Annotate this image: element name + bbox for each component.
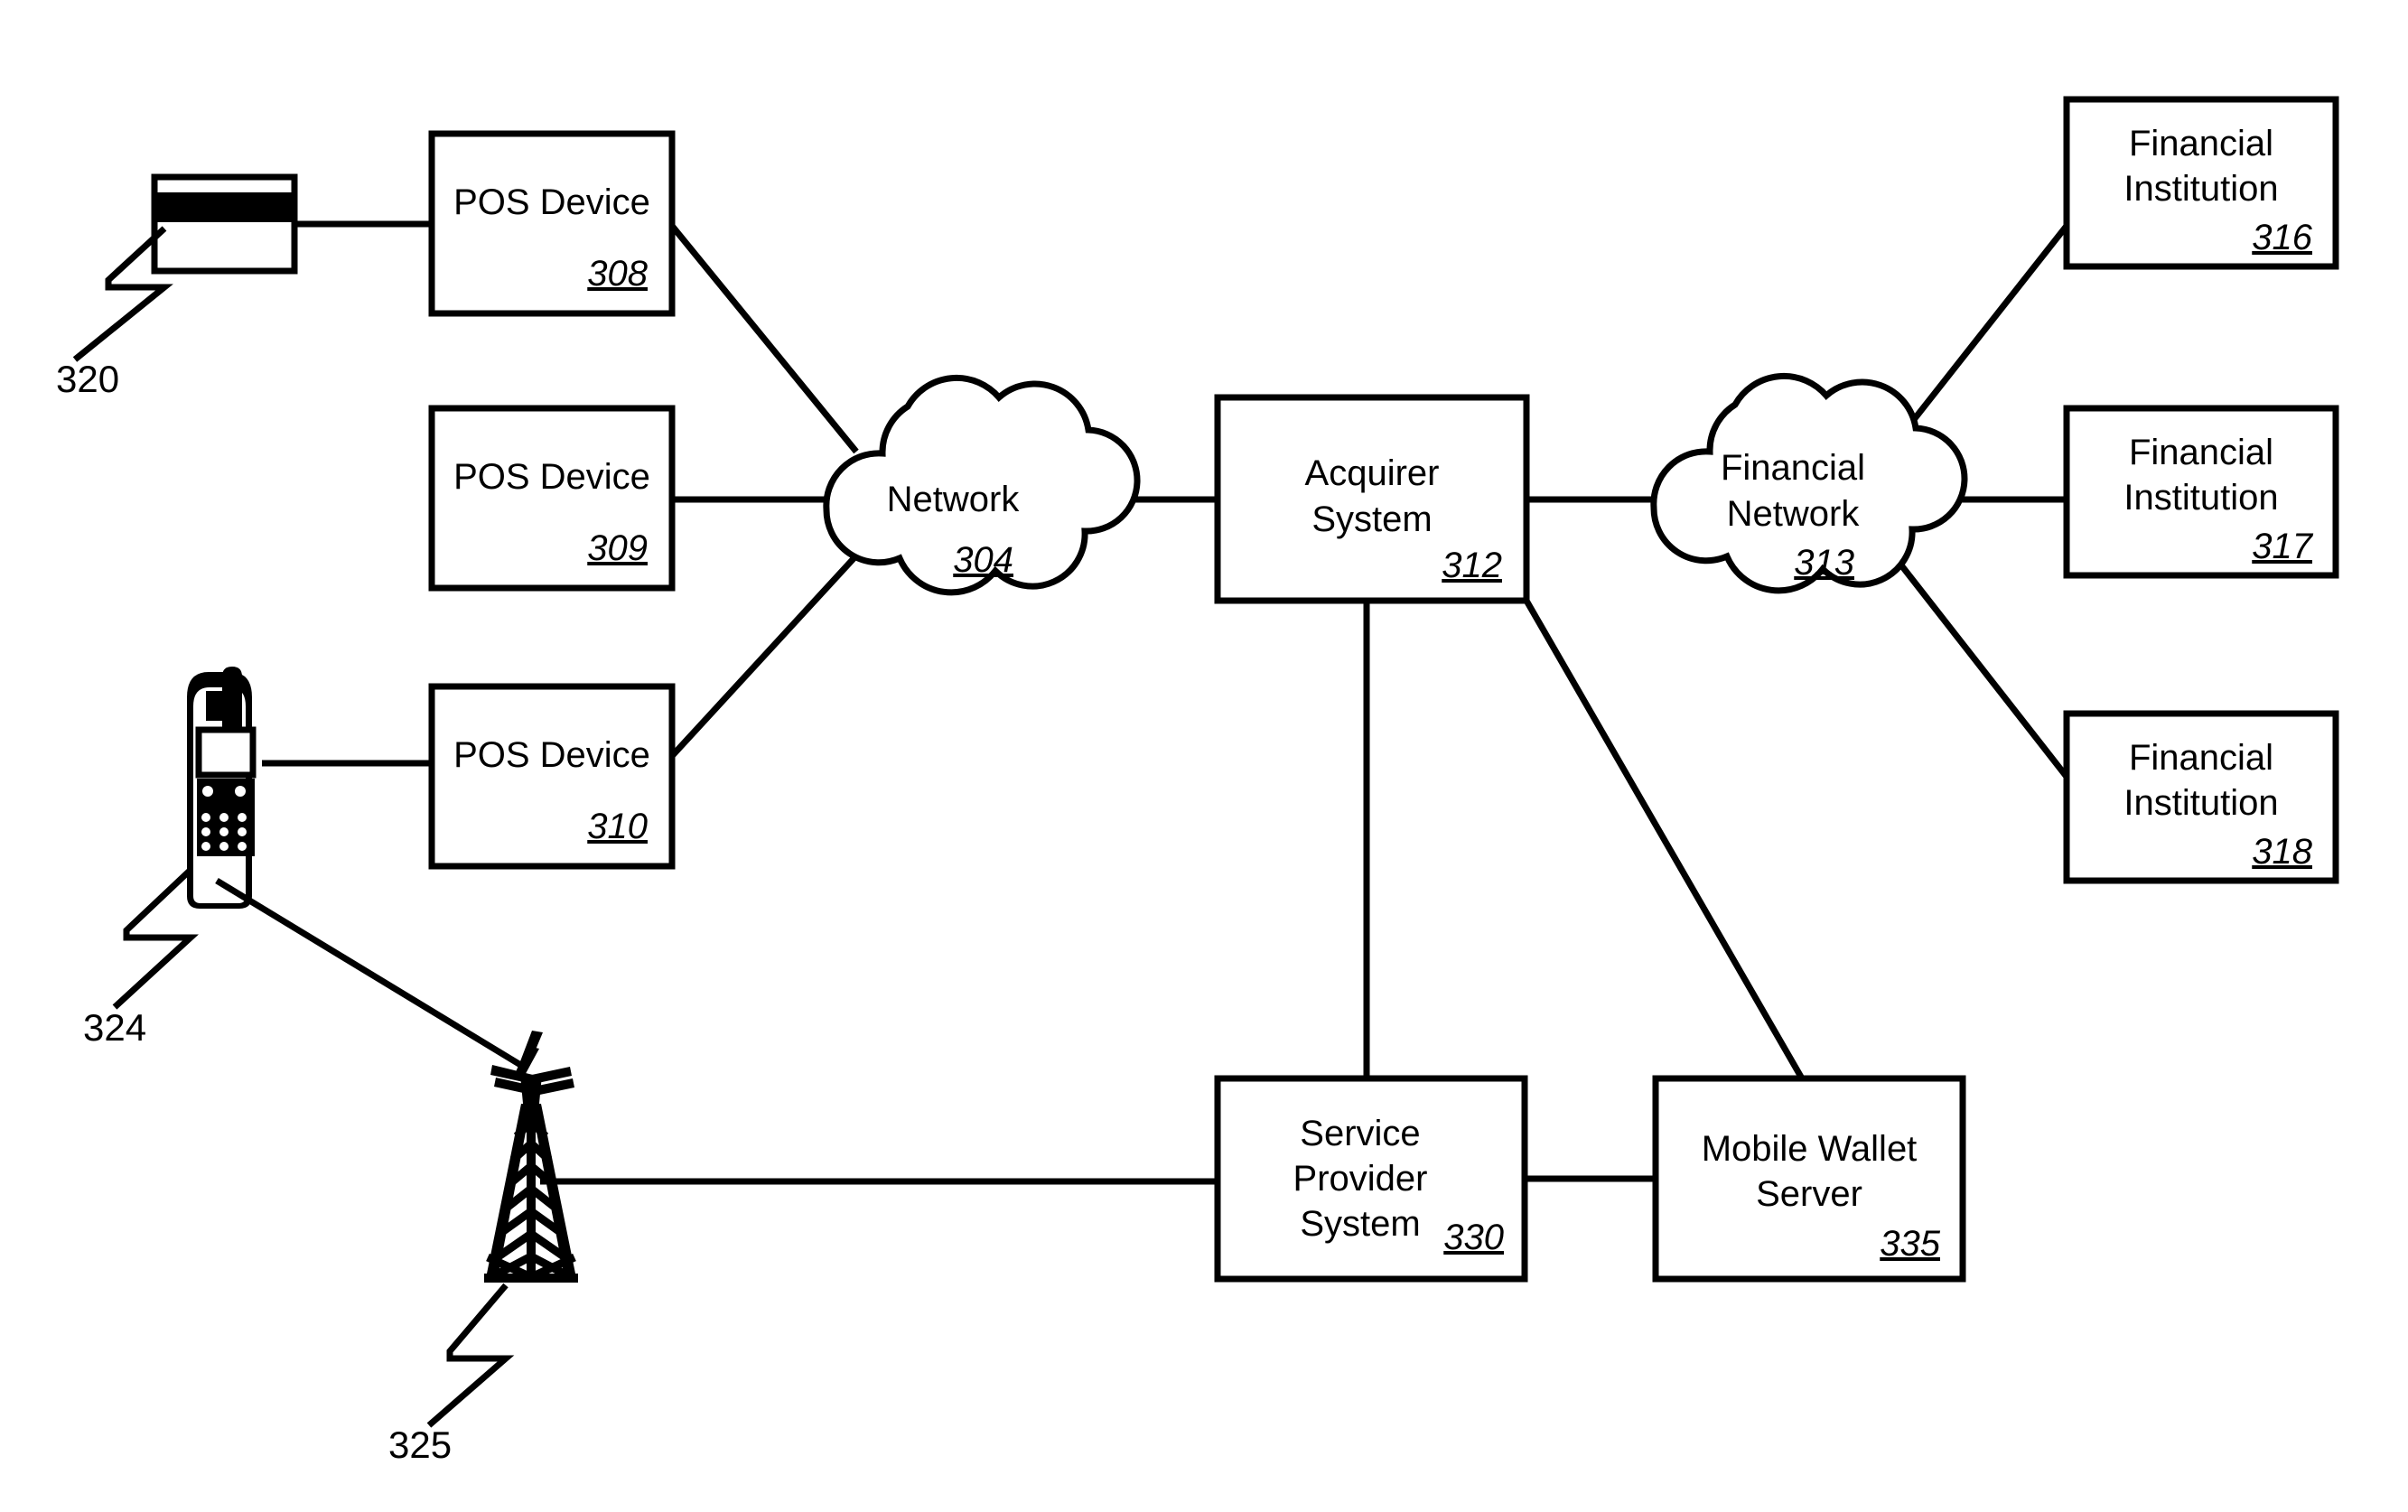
node-financial-network-313[interactable]: Financial Network 313 xyxy=(1650,373,1968,594)
financial-institution-317-ref: 317 xyxy=(2252,527,2313,566)
payment-card-icon xyxy=(151,173,298,275)
mobile-phone-speaker xyxy=(206,691,240,721)
financial-institution-316-ref: 316 xyxy=(2252,218,2312,257)
cell-tower-base xyxy=(484,1274,578,1283)
pos-device-308-label: POS Device xyxy=(453,182,650,222)
financial-institution-316-label-line2: Institution xyxy=(2123,169,2278,209)
connector-finnetwork-to-fi318 xyxy=(1890,551,2069,779)
node-financial-institution-317[interactable]: Financial Institution 317 xyxy=(2063,405,2339,579)
node-pos-device-309[interactable]: POS Device 309 xyxy=(428,405,676,592)
financial-institution-317-label-line2: Institution xyxy=(2123,478,2278,518)
acquirer-system-312-label-line1: Acquirer xyxy=(1305,453,1440,493)
acquirer-system-312-ref: 312 xyxy=(1442,546,1502,585)
payment-card-magnetic-stripe xyxy=(157,192,292,222)
pos-device-309-ref: 309 xyxy=(587,528,648,568)
mobile-wallet-server-335-label-line1: Mobile Wallet xyxy=(1702,1129,1918,1169)
figure-canvas: 320 POS Device 308 POS Device 309 POS De… xyxy=(0,0,2408,1512)
pos-device-309-label: POS Device xyxy=(453,457,650,497)
connector-pos310-to-network xyxy=(669,551,861,759)
leader-line-324 xyxy=(112,867,199,1010)
connector-phone-to-celltower xyxy=(215,878,524,1069)
service-provider-system-330-ref: 330 xyxy=(1443,1218,1504,1257)
mobile-wallet-server-335-ref: 335 xyxy=(1880,1224,1940,1264)
pos-device-308-ref: 308 xyxy=(587,254,648,294)
mobile-phone-screen xyxy=(195,726,257,779)
financial-network-313-label-line2: Network xyxy=(1727,494,1861,534)
acquirer-system-312-label-line2: System xyxy=(1311,499,1432,539)
connector-finnetwork-to-fi316 xyxy=(1890,223,2069,450)
connector-acquirer-to-mobilewallet xyxy=(1523,599,1806,1080)
leader-line-325 xyxy=(426,1283,515,1428)
ref-label-325: 325 xyxy=(388,1423,452,1466)
cell-tower-antennas xyxy=(490,1031,574,1113)
ref-label-320: 320 xyxy=(56,358,119,400)
node-financial-institution-318[interactable]: Financial Institution 318 xyxy=(2063,710,2339,884)
node-service-provider-system-330[interactable]: Service Provider System 330 xyxy=(1214,1075,1528,1283)
node-pos-device-310[interactable]: POS Device 310 xyxy=(428,683,676,870)
ref-label-324: 324 xyxy=(83,1006,146,1049)
node-acquirer-system-312[interactable]: Acquirer System 312 xyxy=(1214,394,1530,604)
mobile-wallet-server-335-label-line2: Server xyxy=(1756,1174,1862,1214)
pos-device-310-label: POS Device xyxy=(453,735,650,775)
node-pos-device-308[interactable]: POS Device 308 xyxy=(428,130,676,317)
network-diagram: 320 POS Device 308 POS Device 309 POS De… xyxy=(56,96,2339,1466)
network-304-label: Network xyxy=(887,480,1021,519)
pos-device-310-ref: 310 xyxy=(587,807,648,846)
service-provider-system-330-label-line1: Service xyxy=(1300,1114,1420,1153)
service-provider-system-330-label-line3: System xyxy=(1300,1204,1420,1244)
node-mobile-wallet-server-335[interactable]: Mobile Wallet Server 335 xyxy=(1652,1075,1966,1283)
financial-institution-318-ref: 318 xyxy=(2252,832,2312,872)
leader-line-320 xyxy=(72,226,173,362)
financial-network-313-ref: 313 xyxy=(1794,543,1854,583)
financial-institution-317-label-line1: Financial xyxy=(2129,433,2273,472)
network-304-ref: 304 xyxy=(953,540,1013,580)
financial-institution-318-label-line2: Institution xyxy=(2123,783,2278,823)
cell-tower-icon xyxy=(484,1031,578,1283)
node-network-304[interactable]: Network 304 xyxy=(823,375,1141,596)
mobile-phone-icon xyxy=(187,667,257,909)
financial-network-313-label-line1: Financial xyxy=(1721,448,1865,488)
financial-institution-316-label-line1: Financial xyxy=(2129,124,2273,163)
service-provider-system-330-label-line2: Provider xyxy=(1293,1159,1428,1199)
connector-pos308-to-network xyxy=(669,223,859,454)
financial-institution-318-label-line1: Financial xyxy=(2129,738,2273,778)
node-financial-institution-316[interactable]: Financial Institution 316 xyxy=(2063,96,2339,270)
payment-card-body xyxy=(151,173,298,275)
